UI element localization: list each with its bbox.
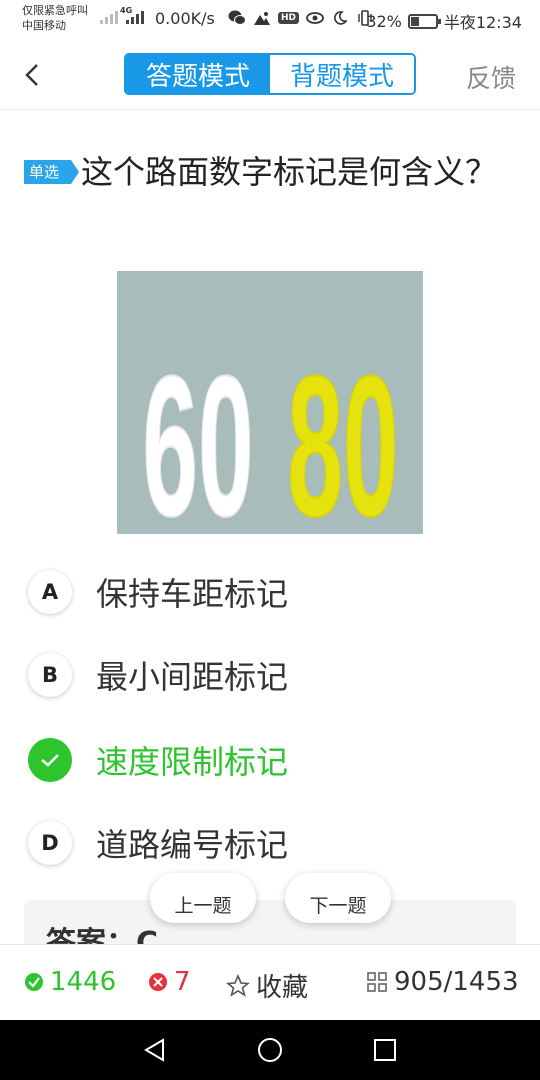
option-c-text: 速度限制标记 xyxy=(96,743,289,781)
recents-square-icon[interactable] xyxy=(371,1036,399,1064)
option-d[interactable]: D 道路编号标记 xyxy=(28,818,508,868)
correct-count-value: 1446 xyxy=(50,967,117,997)
question-text-block: 单选 这个路面数字标记是何含义？ xyxy=(24,138,514,206)
system-nav-bar xyxy=(0,1020,540,1080)
star-icon xyxy=(226,973,250,998)
progress-button[interactable]: 905/1453 xyxy=(366,967,519,997)
gallery-icon xyxy=(253,9,271,27)
screen: 仅限紧急呼叫 中国移动 4G 0.00K/s HD 32% 半夜12:34 答题… xyxy=(0,0,540,1080)
wrong-count[interactable]: 7 xyxy=(148,967,191,997)
check-circle-icon xyxy=(24,972,44,992)
feedback-button[interactable]: 反馈 xyxy=(466,59,516,95)
status-bar: 仅限紧急呼叫 中国移动 4G 0.00K/s HD 32% 半夜12:34 xyxy=(0,0,540,38)
option-a-text: 保持车距标记 xyxy=(96,575,289,613)
battery-icon xyxy=(407,13,441,29)
question-type-badge: 单选 xyxy=(24,160,80,184)
road-number-left: 60 xyxy=(142,334,253,534)
check-icon xyxy=(28,738,72,782)
question: 单选 这个路面数字标记是何含义？ xyxy=(24,138,514,206)
tab-recite-mode[interactable]: 背题模式 xyxy=(270,55,414,93)
wechat-icon xyxy=(228,9,246,27)
hd-badge: HD xyxy=(278,12,300,24)
next-question-button[interactable]: 下一题 xyxy=(285,873,391,923)
x-circle-icon xyxy=(148,972,168,992)
prev-question-button[interactable]: 上一题 xyxy=(150,873,256,923)
prev-question-label: 上一题 xyxy=(174,895,232,917)
carrier-info: 仅限紧急呼叫 中国移动 xyxy=(22,3,88,33)
question-image: 60 80 xyxy=(117,271,423,534)
grid-icon xyxy=(366,971,388,993)
next-question-label: 下一题 xyxy=(309,895,367,917)
mode-switch: 答题模式 背题模式 xyxy=(124,53,416,95)
favorite-label: 收藏 xyxy=(256,973,309,1003)
notification-icons: HD xyxy=(228,9,374,27)
question-text: 这个路面数字标记是何含义？ xyxy=(81,153,498,191)
eye-icon xyxy=(306,9,324,27)
option-b-text: 最小间距标记 xyxy=(96,658,289,696)
network-speed: 0.00K/s xyxy=(155,9,215,28)
progress-value: 905/1453 xyxy=(394,967,519,997)
signal-strength-icon xyxy=(126,10,144,24)
bottom-toolbar: 1446 7 收藏 905/1453 xyxy=(0,944,540,1020)
header: 答题模式 背题模式 反馈 xyxy=(0,40,540,110)
signal-icon xyxy=(100,10,118,24)
favorite-button[interactable]: 收藏 xyxy=(226,967,308,1004)
back-triangle-icon[interactable] xyxy=(141,1036,169,1064)
option-c[interactable]: 速度限制标记 xyxy=(28,735,508,785)
chevron-left-icon xyxy=(25,64,38,86)
status-right: 32% 半夜12:34 xyxy=(366,9,522,33)
emergency-text: 仅限紧急呼叫 xyxy=(22,4,88,17)
option-b-letter: B xyxy=(28,653,72,697)
option-d-letter: D xyxy=(28,821,72,865)
carrier-name: 中国移动 xyxy=(22,19,66,32)
option-a[interactable]: A 保持车距标记 xyxy=(28,567,508,617)
battery-percent: 32% xyxy=(366,11,402,31)
option-d-text: 道路编号标记 xyxy=(96,826,289,864)
option-b[interactable]: B 最小间距标记 xyxy=(28,650,508,700)
option-a-letter: A xyxy=(28,570,72,614)
wrong-count-value: 7 xyxy=(174,967,191,997)
home-circle-icon[interactable] xyxy=(256,1036,284,1064)
tab-answer-mode[interactable]: 答题模式 xyxy=(126,55,270,93)
road-number-right: 80 xyxy=(287,334,398,534)
moon-icon xyxy=(331,9,349,27)
back-button[interactable] xyxy=(24,58,52,92)
correct-count[interactable]: 1446 xyxy=(24,967,116,997)
clock: 半夜12:34 xyxy=(443,13,522,32)
